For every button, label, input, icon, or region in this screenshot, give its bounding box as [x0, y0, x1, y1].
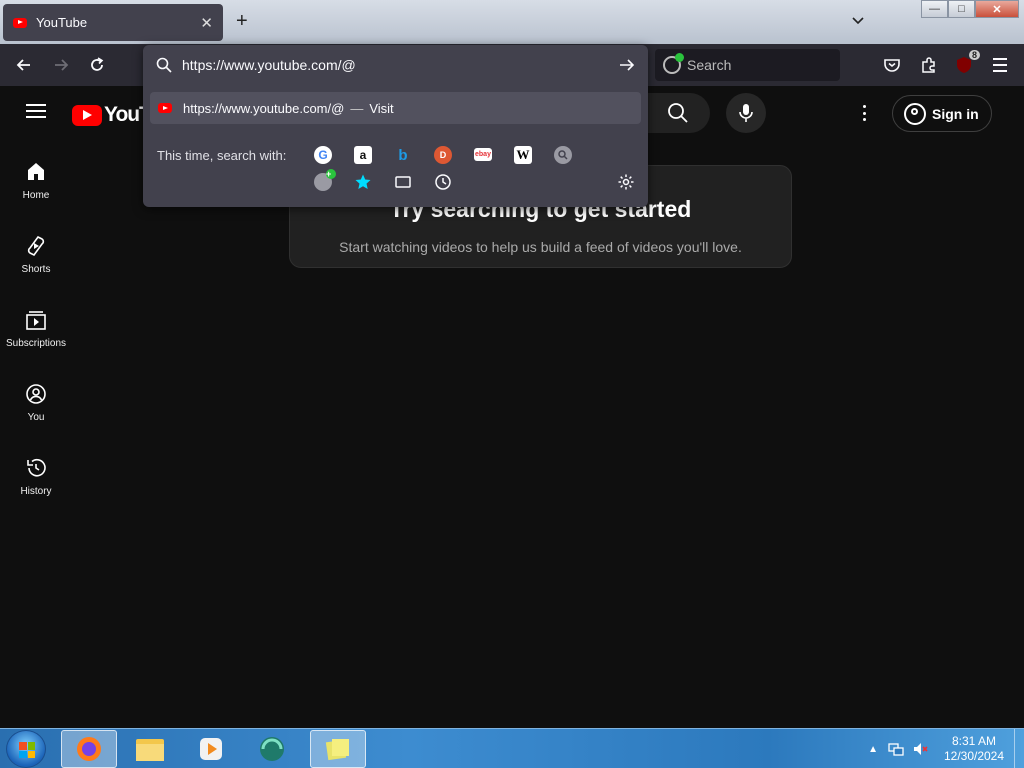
tab-title: YouTube [36, 15, 88, 30]
back-arrow-icon[interactable] [15, 56, 33, 74]
ublock-extension-button[interactable]: 8 [955, 50, 980, 74]
amazon-engine-icon[interactable]: a [354, 146, 372, 164]
account-icon [904, 102, 926, 125]
history-clock-icon[interactable] [434, 173, 452, 191]
sidebar-item-label: Subscriptions [5, 338, 67, 349]
youtube-search-button[interactable] [646, 93, 710, 133]
urlbar-input-row [143, 45, 648, 85]
sidebar-item-label: Shorts [21, 264, 51, 275]
forward-arrow-icon[interactable] [52, 56, 70, 74]
volume-muted-icon[interactable] [912, 741, 928, 757]
clock-time: 8:31 AM [951, 734, 997, 748]
youtube-sidebar: Home Shorts Subscriptions You History [0, 150, 72, 520]
clock-date: 12/30/2024 [943, 749, 1005, 763]
url-suggestion-row[interactable]: https://www.youtube.com/@ — Visit [150, 92, 641, 124]
reload-icon[interactable] [88, 56, 106, 74]
sidebar-item-label: You [27, 412, 45, 423]
bing-engine-icon[interactable]: b [394, 146, 412, 164]
taskbar-app-green[interactable] [244, 730, 300, 768]
search-with-label: This time, search with: [157, 148, 287, 163]
suggestion-separator: — [350, 100, 364, 116]
add-search-engine-icon[interactable]: + [314, 169, 336, 191]
windows-logo-icon [19, 742, 35, 758]
youtube-favicon-icon [158, 103, 172, 113]
ebay-engine-icon[interactable]: ebay [474, 148, 492, 161]
tab-close-button[interactable]: ✕ [200, 14, 213, 32]
shorts-icon [27, 235, 45, 257]
empty-feed-subtitle: Start watching videos to help us build a… [339, 239, 742, 255]
sidebar-item-shorts[interactable]: Shorts [0, 224, 72, 298]
wikipedia-engine-icon[interactable]: W [514, 146, 532, 164]
show-hidden-icons-chevron-icon[interactable]: ▲ [868, 744, 878, 755]
duckduckgo-engine-icon[interactable]: D [434, 146, 452, 164]
sidebar-item-you[interactable]: You [0, 372, 72, 446]
hamburger-menu-icon[interactable] [991, 58, 1009, 72]
sidebar-item-home[interactable]: Home [0, 150, 72, 224]
home-icon [28, 163, 44, 180]
suggestion-action: Visit [369, 100, 394, 116]
history-icon [27, 458, 46, 477]
windows-taskbar: ▲ 8:31 AM 12/30/2024 [0, 728, 1024, 768]
taskbar-media-player[interactable] [183, 730, 239, 768]
generic-search-engine-icon[interactable] [554, 146, 572, 164]
system-tray: ▲ 8:31 AM 12/30/2024 [868, 729, 1024, 768]
urlbar-search-icon [156, 57, 172, 73]
taskbar-clock[interactable]: 8:31 AM 12/30/2024 [934, 734, 1014, 764]
extension-badge-count: 8 [968, 50, 980, 60]
tab-strip: YouTube ✕ + — □ ✕ [0, 0, 1024, 44]
sign-in-label: Sign in [932, 105, 979, 122]
taskbar-sticky-notes[interactable] [310, 730, 366, 768]
close-window-button[interactable]: ✕ [975, 0, 1019, 18]
window-controls: — □ ✕ [921, 0, 1019, 18]
voice-search-button[interactable] [726, 93, 766, 133]
network-icon[interactable] [888, 741, 904, 757]
app-globe-icon [260, 737, 284, 761]
search-engine-icon [663, 53, 684, 74]
list-all-tabs-chevron-icon[interactable] [850, 12, 866, 28]
firefox-icon [77, 737, 101, 761]
sidebar-item-subscriptions[interactable]: Subscriptions [0, 298, 72, 372]
subscriptions-icon [26, 311, 46, 330]
sticky-notes-icon [325, 739, 349, 761]
microphone-icon [739, 104, 753, 122]
tabs-icon[interactable] [394, 173, 412, 191]
show-desktop-button[interactable] [1014, 729, 1024, 768]
search-icon [668, 103, 688, 123]
taskbar-explorer[interactable] [122, 730, 178, 768]
sidebar-item-label: Home [22, 190, 50, 201]
taskbar-firefox[interactable] [61, 730, 117, 768]
you-icon [26, 384, 46, 404]
start-button[interactable] [6, 730, 46, 768]
maximize-button[interactable]: □ [948, 0, 975, 18]
more-options-icon[interactable] [858, 103, 870, 123]
folder-icon [136, 739, 164, 761]
google-engine-icon[interactable]: G [314, 146, 332, 164]
sidebar-item-history[interactable]: History [0, 446, 72, 520]
search-box[interactable]: Search [655, 49, 840, 81]
extensions-icon[interactable] [920, 56, 938, 74]
urlbar-dropdown: https://www.youtube.com/@ — Visit This t… [143, 45, 648, 207]
pocket-icon[interactable] [883, 56, 901, 74]
sign-in-button[interactable]: Sign in [892, 95, 992, 132]
youtube-guide-menu-icon[interactable] [26, 104, 46, 118]
tab-youtube[interactable]: YouTube ✕ [3, 4, 223, 41]
search-settings-gear-icon[interactable] [617, 173, 635, 191]
go-arrow-icon[interactable] [618, 56, 636, 74]
url-input[interactable] [182, 57, 602, 73]
minimize-button[interactable]: — [921, 0, 948, 18]
search-placeholder: Search [687, 57, 732, 73]
media-player-icon [200, 738, 222, 760]
sidebar-item-label: History [20, 486, 52, 497]
new-tab-button[interactable]: + [236, 10, 248, 33]
youtube-play-logo-icon [72, 104, 102, 126]
bookmarks-star-icon[interactable] [354, 173, 372, 191]
suggestion-url: https://www.youtube.com/@ [183, 100, 345, 116]
youtube-favicon-icon [13, 17, 27, 28]
